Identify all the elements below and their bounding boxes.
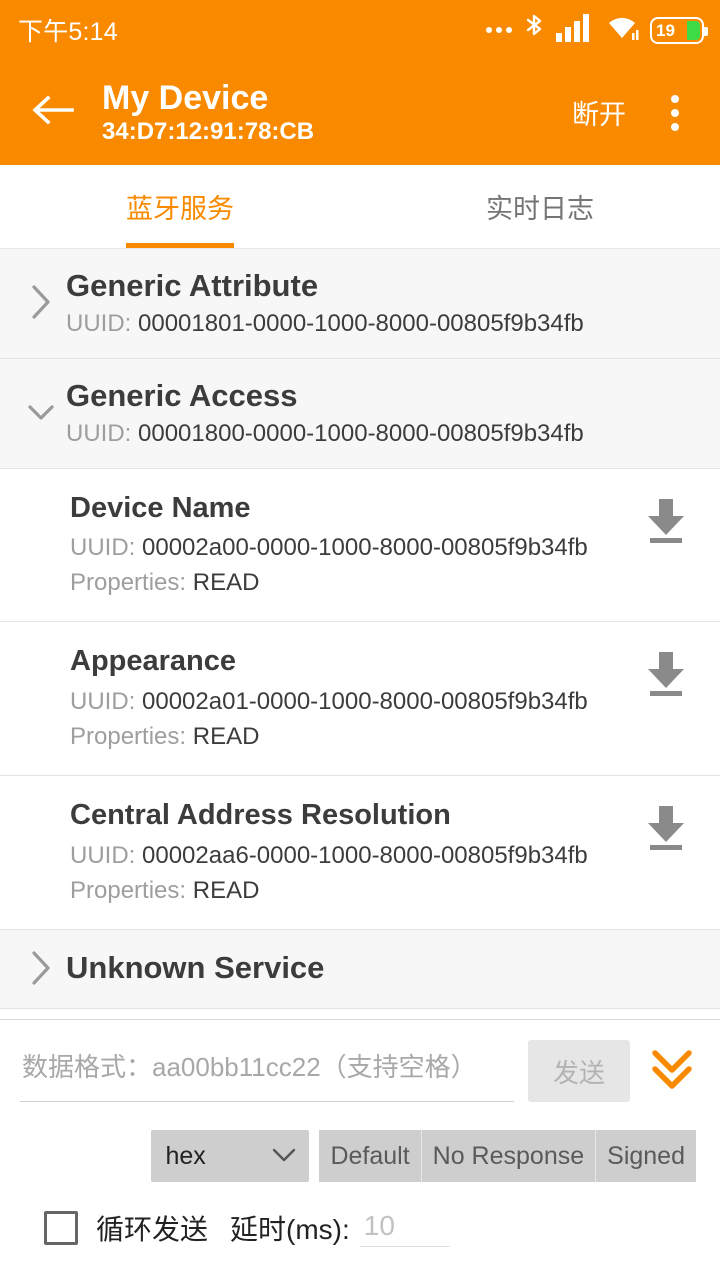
uuid-label: UUID: (70, 841, 136, 869)
tab-realtime-log[interactable]: 实时日志 (360, 165, 720, 248)
read-characteristic-button[interactable] (636, 491, 696, 550)
service-row-generic-attribute[interactable]: Generic Attribute UUID: 00001801-0000-10… (0, 249, 720, 359)
characteristic-properties: Properties: READ (70, 877, 636, 905)
uuid-value: 00002aa6-0000-1000-8000-00805f9b34fb (142, 841, 588, 869)
characteristic-name: Appearance (70, 645, 237, 678)
uuid-value: 00002a00-0000-1000-8000-00805f9b34fb (142, 534, 588, 562)
collapse-panel-button[interactable] (644, 1040, 700, 1102)
loop-send-checkbox[interactable] (44, 1211, 78, 1245)
status-time: 下午5:14 (18, 18, 118, 46)
chevron-right-icon (20, 282, 62, 322)
tab-bluetooth-services[interactable]: 蓝牙服务 (0, 165, 360, 248)
characteristic-uuid: UUID: 00002a00-0000-1000-8000-00805f9b34… (70, 534, 636, 562)
device-mac-address: 34:D7:12:91:78:CB (102, 117, 315, 145)
delay-input[interactable] (359, 1209, 450, 1247)
properties-label: Properties: (70, 876, 187, 904)
status-bar: 下午5:14 19 (0, 0, 720, 60)
delay-label: 延时(ms): (230, 1214, 350, 1245)
service-name: Generic Access (66, 377, 298, 413)
uuid-value: 00001801-0000-1000-8000-00805f9b34fb (138, 309, 584, 337)
download-read-icon (644, 650, 688, 703)
wifi-icon (605, 14, 639, 47)
characteristic-row[interactable]: Central Address Resolution UUID: 00002aa… (0, 776, 720, 930)
uuid-label: UUID: (70, 688, 136, 716)
send-button[interactable]: 发送 (528, 1040, 630, 1102)
characteristic-row[interactable]: Device Name UUID: 00002a00-0000-1000-800… (0, 468, 720, 623)
uuid-value: 00002a01-0000-1000-8000-00805f9b34fb (142, 688, 588, 716)
characteristic-properties: Properties: READ (70, 723, 636, 751)
write-mode-signed[interactable]: Signed (596, 1130, 696, 1182)
app-bar: My Device 34:D7:12:91:78:CB 断开 (0, 60, 720, 165)
data-format-value: hex (165, 1141, 206, 1170)
bluetooth-device-screen: 下午5:14 19 My Device 34:D7:12:91:78:CB 断开… (0, 0, 720, 1280)
read-characteristic-button[interactable] (636, 644, 696, 703)
characteristic-name: Device Name (70, 491, 251, 524)
status-icon-group: 19 (486, 13, 708, 48)
read-characteristic-button[interactable] (636, 798, 696, 857)
battery-level: 19 (656, 20, 675, 40)
write-data-panel: 发送 hex Default No Response (0, 1019, 720, 1280)
service-row-unknown-service[interactable]: Unknown Service (0, 929, 720, 1009)
properties-value: READ (192, 569, 260, 597)
download-read-icon (644, 497, 688, 550)
battery-icon: 19 (650, 16, 708, 44)
properties-label: Properties: (70, 723, 187, 751)
properties-value: READ (192, 876, 260, 904)
characteristic-name: Central Address Resolution (70, 799, 451, 832)
write-mode-group: Default No Response Signed (319, 1130, 696, 1182)
uuid-value: 00001800-0000-1000-8000-00805f9b34fb (138, 419, 584, 447)
loop-send-row: 循环发送 延时(ms): (20, 1208, 700, 1248)
download-read-icon (644, 804, 688, 857)
characteristic-uuid: UUID: 00002a01-0000-1000-8000-00805f9b34… (70, 688, 636, 716)
more-dots-icon (486, 27, 512, 33)
send-row: 发送 (20, 1034, 700, 1108)
overflow-menu-icon[interactable] (650, 85, 700, 141)
page-title: My Device (102, 78, 269, 117)
service-row-generic-access[interactable]: Generic Access UUID: 00001800-0000-1000-… (0, 358, 720, 469)
chevron-down-icon (271, 1142, 297, 1171)
double-chevron-down-icon (649, 1045, 695, 1098)
service-name: Generic Attribute (66, 268, 319, 303)
properties-value: READ (192, 723, 260, 751)
signal-icon (556, 13, 594, 47)
device-title-block: My Device 34:D7:12:91:78:CB (102, 79, 562, 147)
bluetooth-icon (523, 13, 545, 48)
uuid-label: UUID: (70, 534, 136, 562)
uuid-label: UUID: (66, 309, 132, 337)
service-name: Unknown Service (66, 949, 325, 985)
chevron-right-icon (20, 948, 62, 988)
service-uuid: UUID: 00001800-0000-1000-8000-00805f9b34… (66, 420, 700, 448)
back-button[interactable] (24, 85, 80, 141)
characteristic-uuid: UUID: 00002aa6-0000-1000-8000-00805f9b34… (70, 842, 636, 870)
properties-label: Properties: (70, 569, 187, 597)
loop-send-label: 循环发送 (96, 1214, 209, 1245)
data-format-select[interactable]: hex (151, 1130, 310, 1182)
back-arrow-icon (30, 92, 74, 133)
chevron-down-icon (20, 399, 62, 425)
disconnect-button[interactable]: 断开 (562, 87, 636, 138)
write-mode-no-response[interactable]: No Response (421, 1130, 597, 1182)
write-options-row: hex Default No Response Signed (20, 1130, 700, 1182)
uuid-label: UUID: (66, 419, 132, 447)
data-input[interactable] (20, 1040, 514, 1102)
characteristic-properties: Properties: READ (70, 569, 636, 597)
write-mode-default[interactable]: Default (319, 1130, 422, 1182)
service-uuid: UUID: 00001801-0000-1000-8000-00805f9b34… (66, 310, 700, 338)
tab-bar: 蓝牙服务 实时日志 (0, 165, 720, 249)
characteristic-row[interactable]: Appearance UUID: 00002a01-0000-1000-8000… (0, 622, 720, 777)
